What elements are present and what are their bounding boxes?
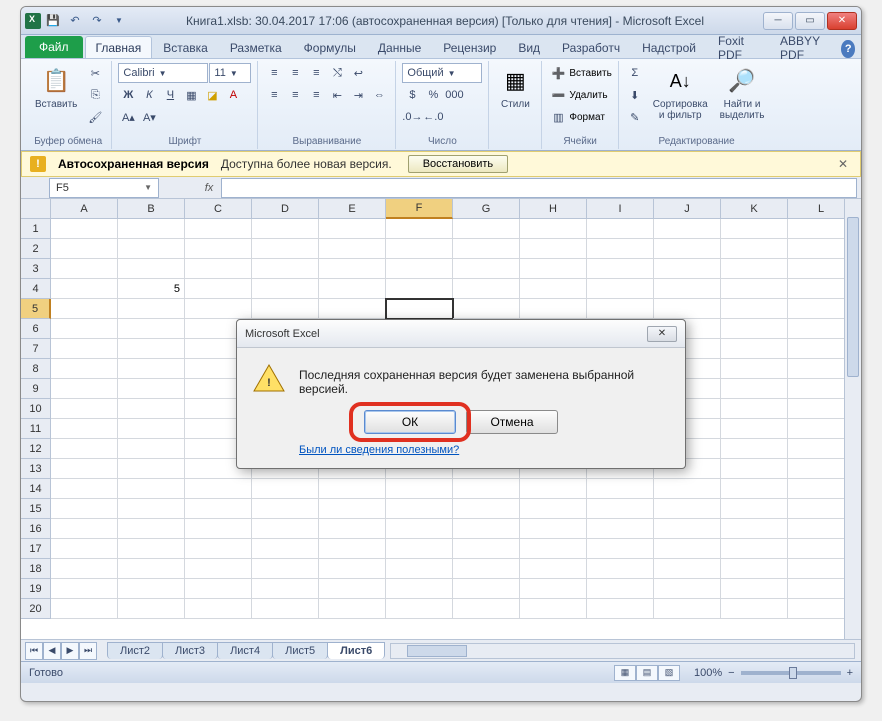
cancel-button[interactable]: Отмена: [466, 410, 558, 434]
svg-text:!: !: [267, 377, 271, 389]
modal-overlay: Microsoft Excel ✕ ! Последняя сохраненна…: [21, 7, 861, 701]
ok-button[interactable]: ОК: [364, 410, 456, 434]
dialog-message: Последняя сохраненная версия будет замен…: [299, 364, 669, 396]
confirm-dialog: Microsoft Excel ✕ ! Последняя сохраненна…: [236, 319, 686, 469]
dialog-titlebar: Microsoft Excel ✕: [237, 320, 685, 348]
warning-icon: !: [253, 364, 285, 392]
dialog-close-icon[interactable]: ✕: [647, 326, 677, 342]
app-window: 💾 ↶ ↷ ▼ Книга1.xlsb: 30.04.2017 17:06 (а…: [20, 6, 862, 702]
dialog-title: Microsoft Excel: [245, 328, 320, 340]
feedback-link[interactable]: Были ли сведения полезными?: [299, 444, 459, 456]
